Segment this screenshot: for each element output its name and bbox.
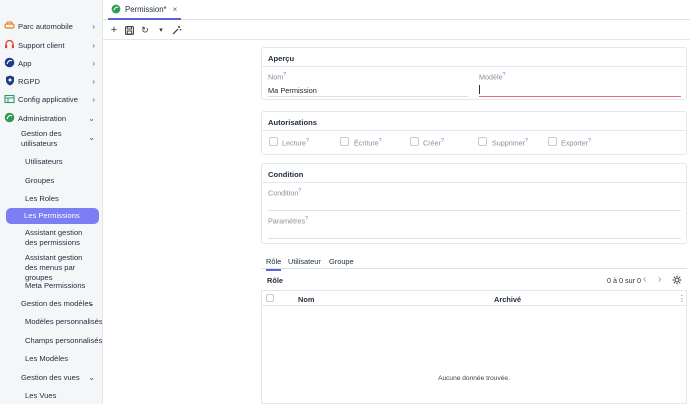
exporter-checkbox[interactable] (548, 137, 557, 146)
sidebar-item-support-client[interactable]: Support client › (0, 36, 102, 54)
role-grid: Nom Archivé ⋮ Aucune donnée trouvée. (261, 290, 687, 404)
tab-permission[interactable]: Permission* × (108, 0, 182, 20)
nom-input[interactable]: Ma Permission (268, 86, 317, 95)
sidebar: Parc automobile › Support client › App ›… (0, 0, 103, 404)
chevron-right-icon: › (92, 76, 95, 86)
column-header-nom[interactable]: Nom (298, 295, 314, 304)
lecture-checkbox[interactable] (269, 137, 278, 146)
admin-logo-icon (4, 112, 15, 123)
sidebar-item-gestion-modeles[interactable]: Gestion des modèles ⌄ (0, 294, 102, 312)
condition-panel: Condition Condition? Paramètres? (261, 163, 687, 244)
sidebar-item-les-roles[interactable]: Les Roles (0, 189, 102, 207)
supprimer-checkbox[interactable] (478, 137, 487, 146)
text-cursor (479, 85, 480, 94)
modele-underline (479, 96, 681, 97)
magic-wand-icon[interactable] (171, 24, 183, 36)
ecriture-label: Écriture? (354, 138, 382, 148)
next-page-icon[interactable]: › (658, 274, 661, 285)
chevron-right-icon: › (92, 40, 95, 50)
tab-groupe[interactable]: Groupe (329, 257, 354, 266)
close-icon[interactable]: × (173, 5, 178, 14)
chevron-right-icon: › (92, 58, 95, 68)
sidebar-item-administration[interactable]: Administration ⌄ (0, 109, 102, 127)
tab-divider (261, 268, 687, 269)
pager-text: 0 à 0 sur 0 (607, 276, 641, 285)
ecriture-checkbox[interactable] (340, 137, 349, 146)
car-icon (4, 20, 15, 31)
sidebar-item-les-vues[interactable]: Les Vues (0, 386, 102, 404)
creer-label: Créer? (423, 138, 444, 148)
tab-bar: Permission* × (103, 0, 690, 20)
sidebar-item-les-modeles[interactable]: Les Modèles (0, 349, 102, 367)
sidebar-item-gestion-utilisateurs[interactable]: Gestion des utilisateurs ⌄ (0, 129, 102, 151)
sidebar-item-utilisateurs[interactable]: Utilisateurs (0, 152, 102, 170)
panel-header (262, 164, 686, 183)
refresh-icon[interactable]: ↻ (139, 24, 151, 36)
app-logo-icon (111, 4, 121, 14)
chevron-right-icon: › (92, 94, 95, 104)
chevron-down-icon: ⌄ (88, 133, 95, 142)
shield-icon (4, 75, 15, 86)
chevron-right-icon: › (92, 21, 95, 31)
parametres-label: Paramètres? (268, 216, 308, 226)
grid-toolbar: Rôle 0 à 0 sur 0 ‹ › (261, 270, 687, 290)
app-logo-icon (4, 57, 15, 68)
sidebar-item-config-applicative[interactable]: Config applicative › (0, 90, 102, 108)
select-all-checkbox[interactable] (266, 294, 274, 302)
creer-checkbox[interactable] (410, 137, 419, 146)
supprimer-label: Supprimer? (492, 138, 528, 148)
apercu-panel: Aperçu Nom? Ma Permission Modèle? (261, 47, 687, 100)
condition-input[interactable] (268, 210, 681, 211)
chevron-down-icon: ⌄ (88, 372, 95, 382)
prev-page-icon[interactable]: ‹ (643, 274, 646, 285)
sidebar-item-groupes[interactable]: Groupes (0, 171, 102, 189)
exporter-label: Exporter? (561, 138, 591, 148)
sidebar-item-app[interactable]: App › (0, 54, 102, 72)
sidebar-item-assistant-menus[interactable]: Assistant gestion des menus par groupes (0, 253, 102, 282)
chevron-down-icon: ⌄ (88, 298, 95, 308)
sidebar-item-assistant-permissions[interactable]: Assistant gestion des permissions (0, 228, 102, 250)
empty-message: Aucune donnée trouvée. (438, 375, 510, 382)
sidebar-item-parc-automobile[interactable]: Parc automobile › (0, 17, 102, 35)
sidebar-item-champs-personnalises[interactable]: Champs personnalisés (0, 331, 102, 349)
sidebar-item-meta-permissions[interactable]: Meta Permissions (0, 276, 102, 294)
chevron-down-icon: ⌄ (88, 113, 95, 123)
toolbar: + ↻ ▾ (103, 20, 690, 40)
tab-utilisateur[interactable]: Utilisateur (288, 257, 321, 266)
condition-label: Condition? (268, 188, 302, 198)
parametres-input[interactable] (268, 238, 681, 239)
panel-title: Aperçu (268, 54, 295, 63)
sidebar-item-modeles-personnalises[interactable]: Modèles personnalisés (0, 312, 102, 330)
nom-label: Nom? (268, 72, 286, 82)
sidebar-item-les-permissions[interactable]: Les Permissions (6, 208, 99, 224)
add-icon[interactable]: + (108, 24, 120, 36)
lecture-label: Lecture? (282, 138, 309, 148)
autorisations-panel: Autorisations Lecture? Écriture? Créer? … (261, 111, 687, 155)
panel-header (262, 48, 686, 67)
settings-icon[interactable] (672, 275, 682, 287)
panel-title: Autorisations (268, 118, 317, 127)
panel-title: Condition (268, 170, 304, 179)
nom-underline (268, 96, 468, 97)
sidebar-item-gestion-vues[interactable]: Gestion des vues ⌄ (0, 368, 102, 386)
config-icon (4, 93, 15, 104)
panel-header (262, 112, 686, 131)
sidebar-item-rgpd[interactable]: RGPD › (0, 72, 102, 90)
modele-label: Modèle? (479, 72, 506, 82)
grid-header: Nom Archivé ⋮ (262, 291, 686, 306)
save-icon[interactable] (123, 24, 135, 36)
headset-icon (4, 39, 15, 50)
column-menu-icon[interactable]: ⋮ (678, 294, 686, 303)
grid-title: Rôle (267, 276, 284, 285)
column-header-archive[interactable]: Archivé (494, 295, 521, 304)
dropdown-icon[interactable]: ▾ (155, 24, 167, 36)
